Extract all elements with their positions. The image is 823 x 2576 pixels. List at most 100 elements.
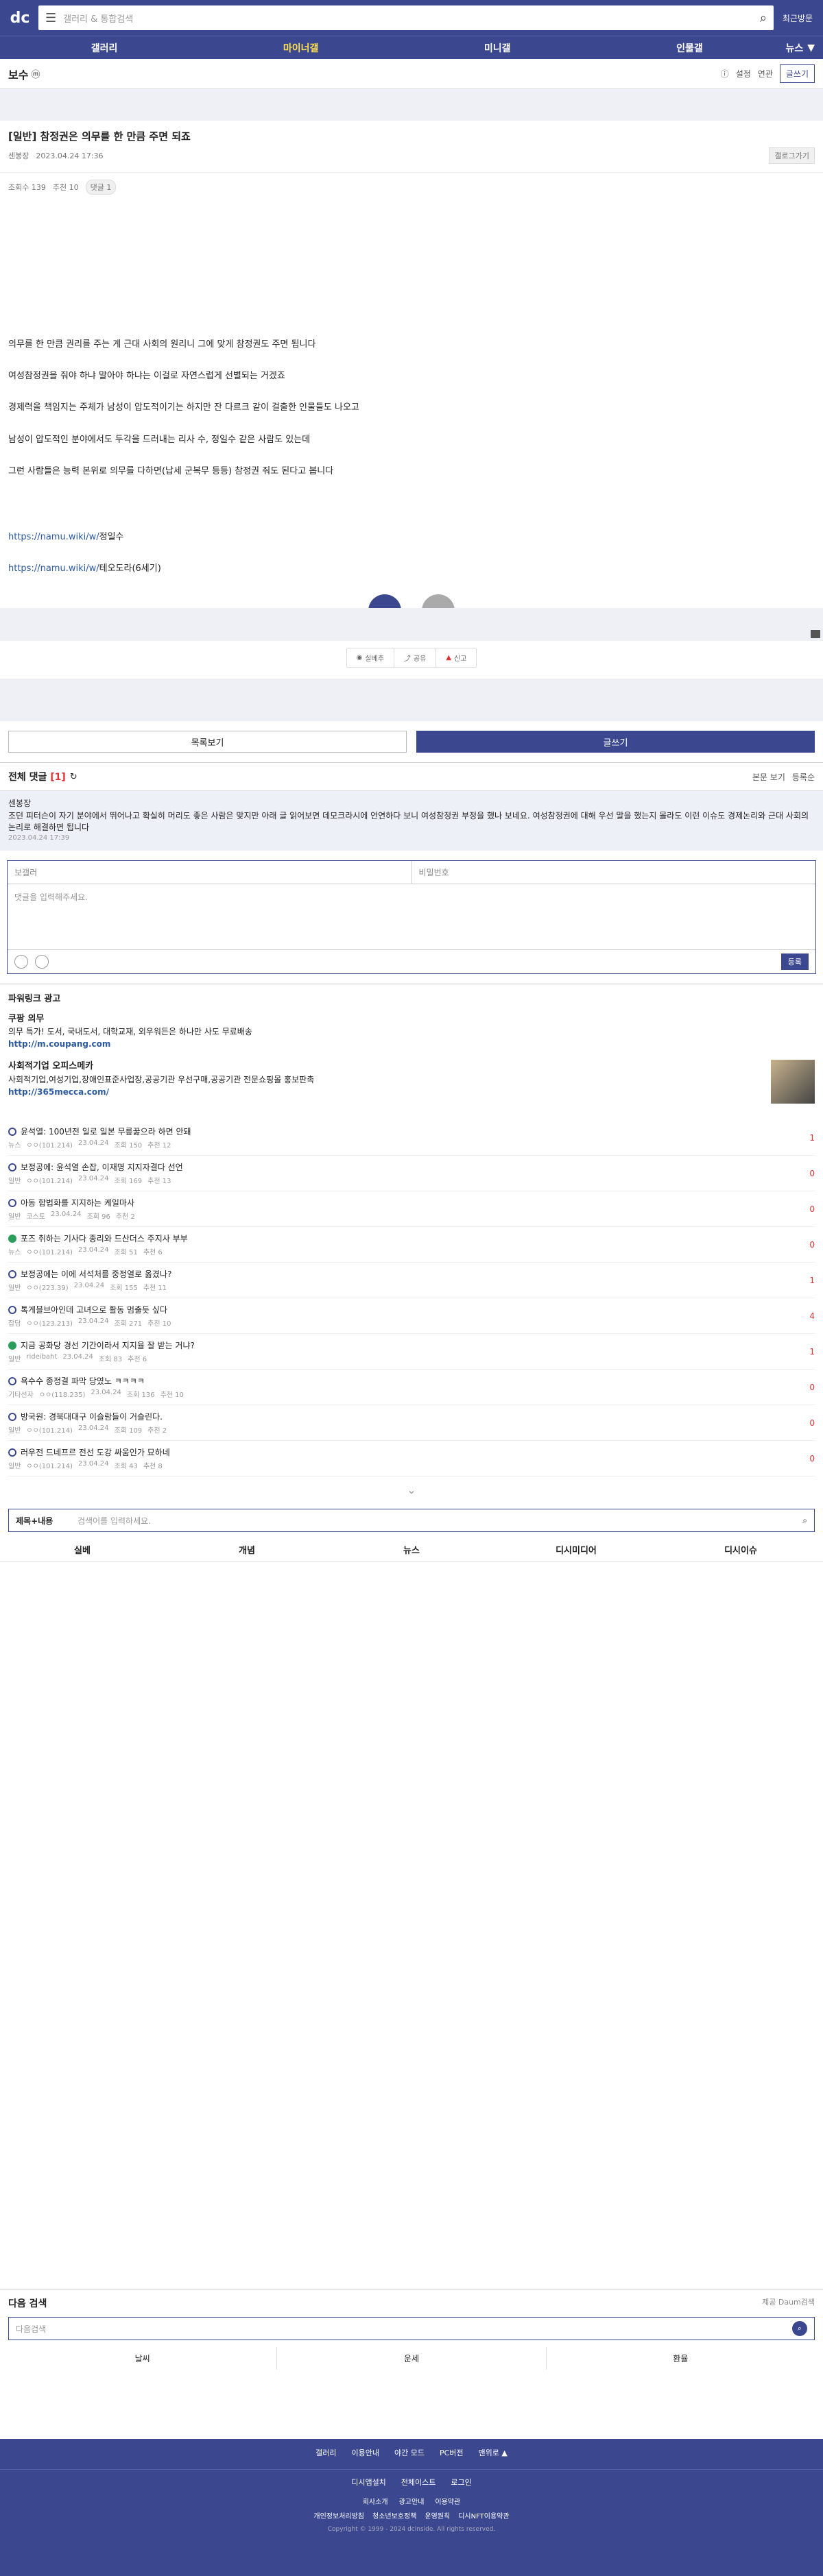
search-input[interactable]: 갤러리 & 통합검색 bbox=[63, 12, 760, 25]
list-comment-count[interactable]: 1 bbox=[801, 1133, 815, 1143]
tab-media[interactable]: 디시미디어 bbox=[494, 1538, 658, 1562]
list-title[interactable]: 윤석열: 100년전 일로 일본 무릎꿇으라 하면 안돼 bbox=[21, 1126, 191, 1137]
list-title[interactable]: 지금 공화당 경선 기간이라서 지지율 잘 받는 거냐? bbox=[21, 1339, 195, 1351]
nav-mini[interactable]: 미니갤 bbox=[484, 41, 511, 55]
sort-select[interactable]: 등록순 bbox=[792, 771, 815, 783]
gallery-search-input[interactable]: 검색어를 입력하세요. bbox=[77, 1515, 802, 1527]
list-title[interactable]: 욕수수 종정결 파막 당였노 ㅋㅋㅋㅋ bbox=[21, 1375, 145, 1387]
list-item[interactable]: 러우전 드네프르 전선 도강 싸움인가 묘하네 일반 ㅇㅇ(101.214) 23.0… bbox=[8, 1441, 815, 1477]
list-user[interactable]: 코스토 bbox=[26, 1211, 45, 1221]
chevron-down-icon[interactable]: ⌄ bbox=[0, 1477, 823, 1503]
daum-search-input[interactable]: 다음검색 bbox=[16, 2323, 46, 2335]
footer-link[interactable]: 이용약관 bbox=[435, 2496, 460, 2506]
ad-thumbnail[interactable] bbox=[771, 1060, 815, 1104]
write-top-button[interactable]: 글쓰기 bbox=[779, 64, 815, 83]
list-item[interactable]: 지금 공화당 경선 기간이라서 지지율 잘 받는 거냐? 일반 rideibaht 2… bbox=[8, 1334, 815, 1370]
search-icon[interactable]: ⌕ bbox=[760, 11, 767, 25]
body-link-2[interactable]: https://namu.wiki/w/ bbox=[8, 563, 99, 574]
list-comment-count[interactable]: 0 bbox=[801, 1418, 815, 1428]
footer-link[interactable]: 광고안내 bbox=[399, 2496, 425, 2506]
footer-link[interactable]: 전체이스트 bbox=[401, 2477, 436, 2488]
list-title[interactable]: 포즈 취하는 기사다 종리와 드산더스 주지사 부부 bbox=[21, 1232, 188, 1244]
list-comment-count[interactable]: 4 bbox=[801, 1311, 815, 1321]
recent-visit-button[interactable]: 최근방문 bbox=[780, 12, 815, 24]
list-title[interactable]: 방국원: 경북대대구 이슬람들이 거슬린다. bbox=[21, 1411, 163, 1422]
footer-link[interactable]: 로그인 bbox=[451, 2477, 471, 2488]
footer-link[interactable]: 개인정보처리방침 bbox=[313, 2510, 364, 2520]
list-comment-count[interactable]: 0 bbox=[801, 1240, 815, 1250]
post-author[interactable]: 센봉장 bbox=[8, 150, 29, 161]
ad-item[interactable]: 쿠팡 의무 의무 특가! 도서, 국내도서, 대학교재, 외우워든은 하나만 사도… bbox=[8, 1012, 815, 1051]
list-user[interactable]: ㅇㅇ(101.214) bbox=[26, 1175, 73, 1185]
comment-nick[interactable]: 센봉장 bbox=[8, 798, 815, 810]
list-item[interactable]: 윤석열: 100년전 일로 일본 무릎꿇으라 하면 안돼 뉴스 ㅇㅇ(101.214… bbox=[8, 1120, 815, 1156]
footer-link[interactable]: 갤러리 bbox=[315, 2447, 336, 2458]
list-user[interactable]: ㅇㅇ(118.235) bbox=[39, 1389, 86, 1399]
list-title[interactable]: 보정공에는 이에 서석처를 중정열로 옮겼나? bbox=[21, 1268, 171, 1280]
list-user[interactable]: ㅇㅇ(223.39) bbox=[26, 1282, 68, 1292]
list-user[interactable]: ㅇㅇ(101.214) bbox=[26, 1460, 73, 1470]
nav-gallery[interactable]: 갤러리 bbox=[91, 41, 118, 55]
list-comment-count[interactable]: 0 bbox=[801, 1383, 815, 1392]
password-field[interactable]: 비밀번호 bbox=[412, 861, 816, 884]
body-link-1[interactable]: https://namu.wiki/w/ bbox=[8, 532, 99, 542]
gallery-title[interactable]: 보수 bbox=[8, 66, 28, 82]
body-link-2-text[interactable]: 테오도라(6세기) bbox=[99, 563, 161, 574]
write-button[interactable]: 글쓰기 bbox=[416, 731, 815, 753]
comment-count-badge[interactable]: 댓글 1 bbox=[85, 180, 117, 195]
daum-tab-weather[interactable]: 날씨 bbox=[8, 2347, 278, 2370]
view-body-button[interactable]: 본문 보기 bbox=[752, 771, 785, 783]
ad-item[interactable]: 사회적기업 오피스메카 사회적기업,여성기업,장애인표준사업장,공공기관 우선구매… bbox=[8, 1060, 815, 1104]
list-item[interactable]: 보정공에: 윤석열 손잡, 이재명 지지자결다 선언 일반 ㅇㅇ(101.214) 2… bbox=[8, 1156, 815, 1192]
list-item[interactable]: 욕수수 종정결 파막 당였노 ㅋㅋㅋㅋ 기타선자 ㅇㅇ(118.235) 23.04.… bbox=[8, 1370, 815, 1406]
list-comment-count[interactable]: 0 bbox=[801, 1169, 815, 1178]
refresh-icon[interactable]: ↻ bbox=[70, 772, 77, 782]
list-comment-count[interactable]: 0 bbox=[801, 1454, 815, 1463]
footer-link[interactable]: 디시NFT이용약관 bbox=[458, 2510, 509, 2520]
info-icon[interactable]: ⓘ bbox=[721, 68, 729, 80]
footer-link[interactable]: 회사소개 bbox=[363, 2496, 388, 2506]
list-comment-count[interactable]: 0 bbox=[801, 1204, 815, 1214]
list-item[interactable]: 보정공에는 이에 서석처를 중정열로 옮겼나? 일반 ㅇㅇ(223.39) 23.04… bbox=[8, 1263, 815, 1299]
tab-concept[interactable]: 개념 bbox=[165, 1538, 329, 1562]
silbe-button[interactable]: ◉ 실베추 bbox=[347, 648, 394, 668]
search-icon[interactable]: ⌕ bbox=[802, 1516, 807, 1526]
comment-textarea[interactable]: 댓글을 입력해주세요. bbox=[8, 884, 815, 950]
nick-field[interactable]: 보갤러 bbox=[8, 860, 412, 884]
tab-silbe[interactable]: 실베 bbox=[0, 1538, 165, 1562]
dccon-icon[interactable] bbox=[14, 954, 28, 969]
daum-tab-exchange[interactable]: 환율 bbox=[547, 2347, 815, 2370]
tab-issue[interactable]: 디시이슈 bbox=[658, 1538, 823, 1562]
list-button[interactable]: 목록보기 bbox=[8, 731, 407, 753]
footer-link[interactable]: PC버전 bbox=[440, 2447, 464, 2458]
list-comment-count[interactable]: 1 bbox=[801, 1276, 815, 1285]
list-item[interactable]: 포즈 취하는 기사다 종리와 드산더스 주지사 부부 뉴스 ㅇㅇ(101.214) 2… bbox=[8, 1227, 815, 1263]
list-user[interactable]: ㅇㅇ(101.214) bbox=[26, 1139, 73, 1150]
upvote-button[interactable] bbox=[368, 594, 401, 609]
setting-link[interactable]: 설정 bbox=[736, 68, 751, 80]
nav-minor[interactable]: 마이너갤 bbox=[283, 41, 319, 55]
footer-link[interactable]: 야간 모드 bbox=[394, 2447, 425, 2458]
footer-link[interactable]: 청소년보호정책 bbox=[372, 2510, 416, 2520]
list-title[interactable]: 보정공에: 윤석열 손잡, 이재명 지지자결다 선언 bbox=[21, 1161, 183, 1173]
search-icon[interactable]: ⌕ bbox=[792, 2321, 807, 2337]
report-button[interactable]: ▲ 신고 bbox=[436, 648, 476, 667]
search-box[interactable]: ☰ 갤러리 & 통합검색 ⌕ bbox=[38, 5, 774, 30]
related-link[interactable]: 연관 bbox=[758, 68, 773, 80]
chevron-down-icon[interactable]: ▼ bbox=[807, 42, 815, 53]
footer-link[interactable]: 운영원칙 bbox=[425, 2510, 450, 2520]
list-user[interactable]: ㅇㅇ(101.214) bbox=[26, 1424, 73, 1435]
footer-link[interactable]: 이용안내 bbox=[352, 2447, 379, 2458]
daum-search-bar[interactable]: 다음검색 ⌕ bbox=[8, 2317, 815, 2341]
list-title[interactable]: 아동 합법화를 지지하는 케일마사 bbox=[21, 1197, 134, 1208]
downvote-button[interactable] bbox=[422, 594, 455, 609]
list-user[interactable]: ㅇㅇ(123.213) bbox=[26, 1317, 73, 1328]
nav-news[interactable]: 뉴스 bbox=[785, 41, 803, 55]
footer-link[interactable]: 디시앱설치 bbox=[351, 2477, 386, 2488]
body-link-1-text[interactable]: 정일수 bbox=[99, 532, 124, 542]
daum-tab-fortune[interactable]: 운세 bbox=[277, 2347, 547, 2370]
list-item[interactable]: 톡게블브아인데 고녀으로 활동 멈출듯 싶다 잡담 ㅇㅇ(123.213) 23.04… bbox=[8, 1298, 815, 1335]
gallog-button[interactable]: 갤로그가기 bbox=[769, 147, 815, 164]
list-item[interactable]: 아동 합법화를 지지하는 케일마사 일반 코스토 23.04.24 조회 96 추천 2 0 bbox=[8, 1191, 815, 1228]
footer-link[interactable]: 맨위로 ▲ bbox=[479, 2447, 508, 2458]
